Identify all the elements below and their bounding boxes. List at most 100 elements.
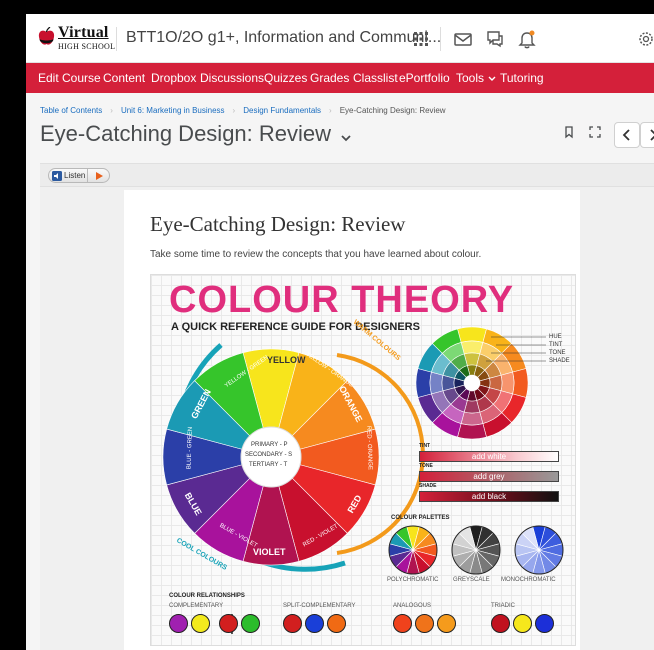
- colour-theory-infographic: COLOUR THEORY A QUICK REFERENCE GUIDE FO…: [150, 274, 576, 646]
- nav-tools[interactable]: Tools: [456, 71, 496, 85]
- nav-tools-label: Tools: [456, 71, 485, 85]
- swatch-red-orange: [393, 614, 412, 633]
- topic-intro-text: Take some time to review the concepts th…: [150, 249, 482, 260]
- colour-palettes-title: COLOUR PALETTES: [391, 515, 450, 521]
- swatch-blue: [535, 614, 554, 633]
- breadcrumb-table-of-contents[interactable]: Table of Contents: [40, 106, 102, 115]
- chevron-left-icon: [622, 129, 630, 141]
- nav-tutoring[interactable]: Tutoring: [500, 71, 544, 85]
- nav-quizzes[interactable]: Quizzes: [264, 71, 307, 85]
- listen-button[interactable]: Listen: [48, 168, 110, 183]
- previous-topic-button[interactable]: [614, 122, 640, 148]
- course-selector[interactable]: BTT1O/2O g1+, Information and Communi...: [126, 29, 441, 47]
- nav-classlist[interactable]: Classlist: [353, 71, 398, 85]
- swatch-yellow: [513, 614, 532, 633]
- center-tertiary: TERTIARY - T: [249, 462, 288, 468]
- breadcrumb-separator-icon: ›: [329, 106, 332, 115]
- colour-wheel-segment: [512, 368, 529, 398]
- apple-icon: [38, 27, 55, 45]
- content-toolbar: Listen: [40, 163, 654, 187]
- listen-label: Listen: [64, 171, 86, 180]
- breadcrumb-separator-icon: ›: [110, 106, 113, 115]
- center-secondary: SECONDARY - S: [245, 452, 293, 458]
- legend-shade: SHADE: [549, 358, 570, 364]
- nav-edit-course[interactable]: Edit Course: [38, 71, 101, 85]
- speaker-icon: [52, 171, 62, 181]
- wheel-label-violet: VIOLET: [253, 547, 286, 557]
- relationship-split-complementary: SPLIT-COMPLEMENTARY: [283, 603, 356, 609]
- swatch-green: [241, 614, 260, 633]
- legend-tone: TONE: [549, 350, 566, 356]
- legend-tint: TINT: [549, 342, 563, 348]
- chevron-right-icon: [650, 129, 654, 141]
- divider: [116, 27, 117, 51]
- bookmark-icon[interactable]: [564, 125, 574, 139]
- swatch-orange: [327, 614, 346, 633]
- colour-wheel-segment: [415, 368, 432, 398]
- top-bar: Virtual HIGH SCHOOL BTT1O/2O g1+, Inform…: [26, 14, 654, 63]
- swatch-red: [219, 614, 238, 633]
- chevron-down-icon: [488, 76, 496, 81]
- tint-bar: add white: [419, 451, 559, 462]
- course-grid-icon[interactable]: [410, 28, 432, 50]
- chat-icon[interactable]: [484, 28, 506, 50]
- colour-relationships-title: COLOUR RELATIONSHIPS: [169, 593, 245, 599]
- breadcrumb-separator-icon: ›: [232, 106, 236, 115]
- swatch-red: [491, 614, 510, 633]
- breadcrumb: Table of Contents › Unit 6: Marketing in B…: [40, 106, 446, 115]
- shade-label: SHADE: [419, 483, 437, 489]
- virtual-high-school-logo[interactable]: Virtual HIGH SCHOOL: [38, 23, 118, 55]
- swatch-yellow-orange: [437, 614, 456, 633]
- divider: [87, 169, 88, 182]
- mail-icon[interactable]: [452, 28, 474, 50]
- swatch-red: [283, 614, 302, 633]
- settings-gear-icon[interactable]: [632, 28, 654, 50]
- nav-eportfolio[interactable]: ePortfolio: [399, 71, 450, 85]
- swatch-yellow: [191, 614, 210, 633]
- breadcrumb-unit-6[interactable]: Unit 6: Marketing in Business: [121, 106, 225, 115]
- breadcrumb-current: Eye-Catching Design: Review: [339, 106, 446, 115]
- nav-grades[interactable]: Grades: [310, 71, 349, 85]
- page-title: Eye-Catching Design: Review: [40, 121, 332, 146]
- tint-label: TINT: [419, 443, 431, 449]
- play-icon: [96, 172, 103, 180]
- colour-wheel-segment: [457, 326, 487, 343]
- nav-dropbox[interactable]: Dropbox: [151, 71, 196, 85]
- nav-discussions[interactable]: Discussions: [200, 71, 264, 85]
- relationship-analogous: ANALOGOUS: [393, 603, 432, 609]
- swatch-blue: [305, 614, 324, 633]
- bell-icon[interactable]: [516, 28, 538, 50]
- swatch-violet: [169, 614, 188, 633]
- palette-monochromatic: MONOCHROMATIC: [501, 577, 556, 583]
- content-area: Eye-Catching Design: Review Take some ti…: [40, 187, 654, 650]
- logo-text: Virtual: [58, 24, 109, 41]
- colour-wheel-segment: [429, 371, 444, 395]
- nav-content[interactable]: Content: [103, 71, 145, 85]
- next-topic-button[interactable]: [640, 122, 654, 148]
- title-dropdown-chevron-icon[interactable]: [340, 133, 352, 143]
- legend-hue: HUE: [549, 334, 562, 340]
- center-primary: PRIMARY - P: [251, 442, 288, 448]
- topic-card: Eye-Catching Design: Review Take some ti…: [124, 190, 580, 650]
- colour-wheel-segment: [500, 371, 515, 395]
- palette-polychromatic: POLYCHROMATIC: [387, 577, 439, 583]
- palette-swatches: [388, 525, 564, 575]
- tone-label: TONE: [419, 463, 433, 469]
- colour-wheel-segment: [460, 411, 484, 426]
- shade-bar: add black: [419, 491, 559, 502]
- swatch-orange: [415, 614, 434, 633]
- relationship-triadic: TRIADIC: [491, 603, 515, 609]
- colour-wheel-segment: [457, 423, 487, 440]
- breadcrumb-design-fundamentals[interactable]: Design Fundamentals: [243, 106, 321, 115]
- topic-heading: Eye-Catching Design: Review: [150, 212, 406, 236]
- browser-window: Virtual HIGH SCHOOL BTT1O/2O g1+, Inform…: [26, 14, 654, 650]
- relationship-complementary: COMPLEMENTARY: [169, 603, 224, 609]
- course-nav-bar: Edit Course Content Dropbox Discussions …: [26, 63, 654, 93]
- tone-bar: add grey: [419, 471, 559, 482]
- logo-subtext: HIGH SCHOOL: [58, 42, 116, 51]
- colour-wheel-segment: [460, 340, 484, 355]
- divider: [440, 27, 441, 51]
- fullscreen-icon[interactable]: [588, 125, 602, 139]
- palette-greyscale: GREYSCALE: [453, 577, 490, 583]
- wheel-label-yellow: YELLOW: [267, 355, 306, 365]
